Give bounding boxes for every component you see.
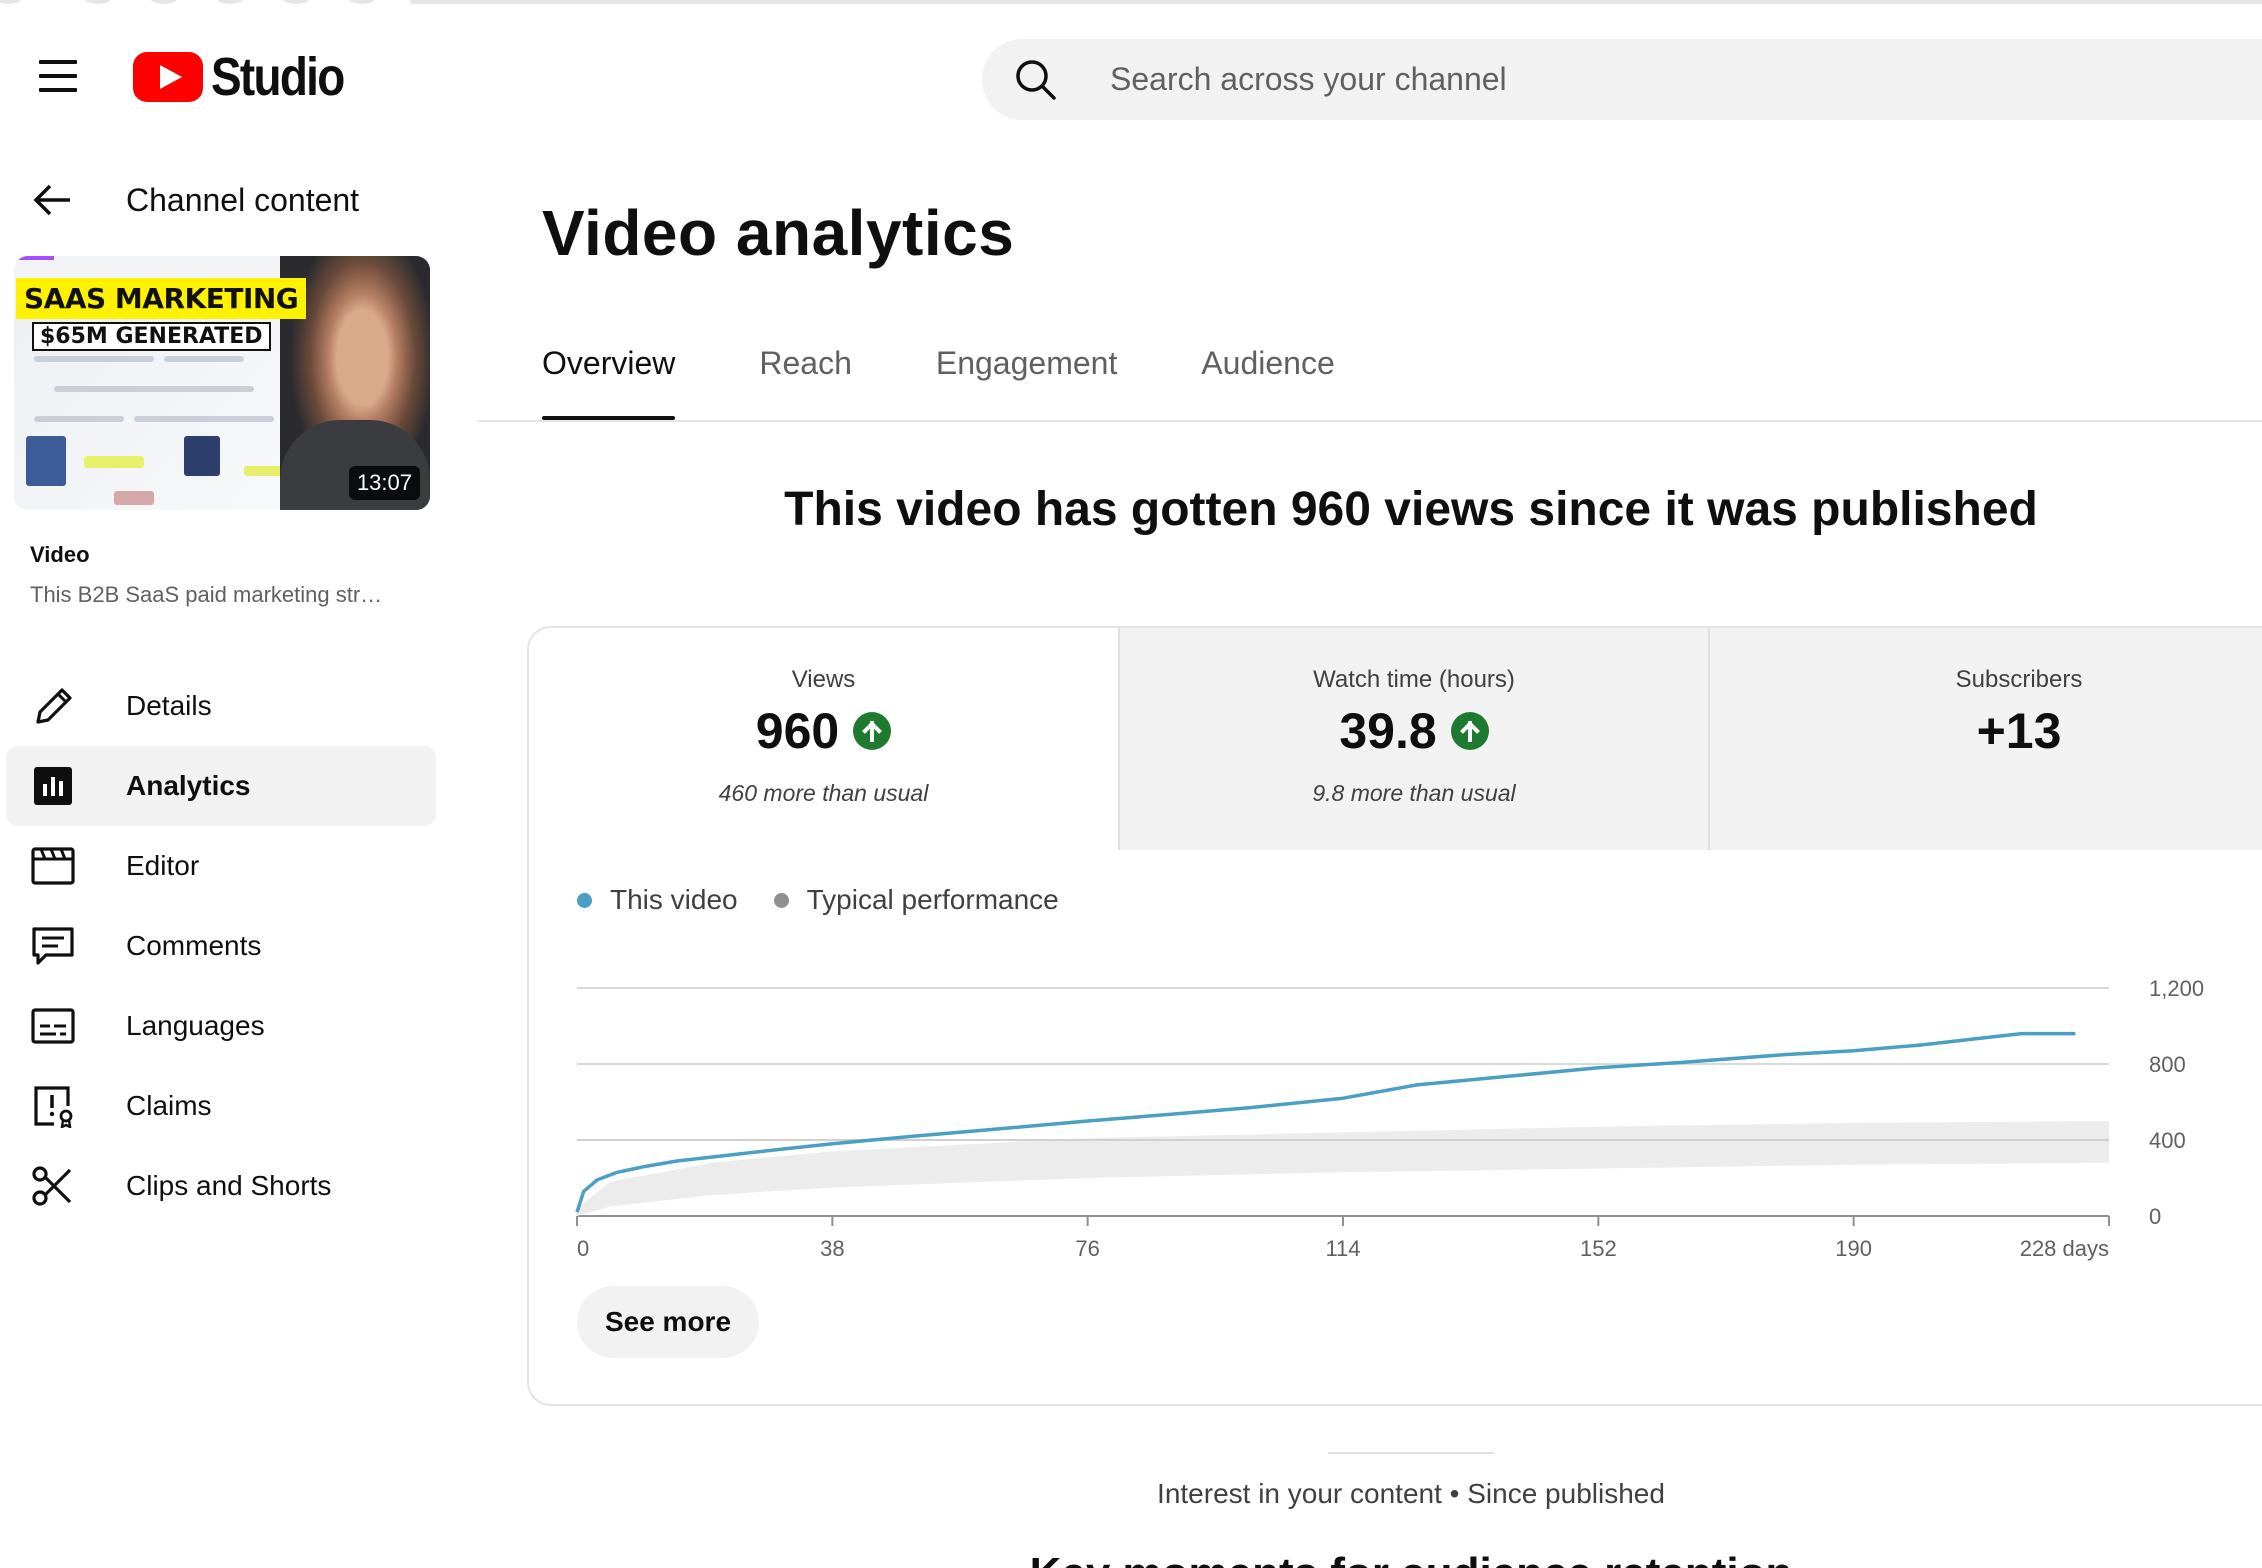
sidebar-item-label: Comments [126,930,262,961]
legend-dot [773,892,789,908]
subtitles-icon [31,1008,75,1044]
sidebar-item-label: Claims [126,1090,212,1121]
clapperboard-icon [31,847,75,885]
y-tick-label: 800 [2149,1052,2186,1077]
page-title: Video analytics [542,197,1015,269]
typical-performance-band [577,1121,2109,1216]
legend-label: This video [610,884,738,915]
strip-dot [84,0,112,4]
legend-dot [577,892,592,908]
metric-label: Subscribers [1955,666,2083,693]
tab-reach[interactable]: Reach [759,345,852,420]
metric-value: +13 [1976,703,2062,759]
sidebar-item-comments[interactable]: Comments [6,906,436,986]
strip-line [410,0,2262,4]
strip-dot [216,0,244,4]
legend-item-this-video[interactable]: This video [577,884,738,916]
sidebar-item-label: Clips and Shorts [126,1170,332,1201]
sidebar-item-label: Languages [126,1010,265,1041]
sidebar-item-details[interactable]: Details [6,666,436,746]
sidebar-item-analytics[interactable]: Analytics [6,746,436,826]
sidebar-item-editor[interactable]: Editor [6,826,436,906]
search-input[interactable] [1110,61,2010,98]
legend-label: Typical performance [806,884,1059,915]
sidebar-item-label: Analytics [126,770,251,801]
metric-label: Watch time (hours) [1313,666,1515,693]
x-tick-label: 114 [1325,1236,1360,1261]
sidebar-item-languages[interactable]: Languages [6,986,436,1066]
metric-comparison: 460 more than usual [718,780,929,806]
x-tick-label: 190 [1835,1236,1872,1261]
metric-value: 960 [755,703,840,759]
logo-text: Studio [211,47,345,107]
search-icon[interactable] [1014,58,1058,102]
tabs-divider [478,420,2262,422]
y-tick-label: 400 [2149,1128,2186,1153]
x-tick-label: 152 [1580,1236,1617,1261]
strip-dot [348,0,376,4]
tab-engagement[interactable]: Engagement [936,345,1117,420]
video-label: Video [30,542,90,567]
x-tick-label: 38 [820,1236,844,1261]
x-tick-label: 228 days [2020,1236,2109,1261]
pencil-icon [36,688,72,724]
scissors-icon [32,1166,72,1206]
metric-value: 39.8 [1339,703,1437,759]
legend-item-typical[interactable]: Typical performance [773,884,1059,916]
interest-section-label: Interest in your content • Since publish… [1157,1478,1665,1509]
channel-content-label: Channel content [126,181,360,218]
sidebar-nav: Details Analytics Editor Comments Langua… [6,666,436,1226]
youtube-play-icon [133,52,203,102]
x-tick-label: 0 [577,1236,589,1261]
video-duration: 13:07 [348,466,420,500]
views-chart[interactable]: 0 400 800 1,200 0 38 76 114 152 190 228 days [529,928,2262,1288]
sidebar-item-clips-and-shorts[interactable]: Clips and Shorts [6,1146,436,1226]
trend-up-icon [853,712,892,750]
tab-overview[interactable]: Overview [542,345,676,420]
metric-subscribers[interactable]: Subscribers +13 [1708,628,2262,850]
back-arrow-icon[interactable] [30,178,74,222]
y-tick-label: 0 [2149,1204,2161,1229]
overview-card: Views 960 460 more than usual Watch time… [527,626,2262,1406]
sidebar-item-label: Details [126,690,212,721]
section-divider [1328,1452,1494,1454]
metric-watch-time[interactable]: Watch time (hours) 39.8 9.8 more than us… [1118,628,1708,850]
video-thumbnail[interactable]: SAAS MARKETING $65M GENERATED 13:07 [14,256,430,510]
metric-comparison: 9.8 more than usual [1312,780,1516,806]
top-progress-strip [0,0,2262,6]
video-title: This B2B SaaS paid marketing str… [30,582,383,607]
analytics-tabs: Overview Reach Engagement Audience [542,345,1419,420]
search-bar[interactable] [982,39,2262,120]
next-section-heading: Key moments for audience retention [540,1548,2262,1568]
strip-dot [0,0,22,4]
x-tick-label: 76 [1075,1236,1099,1261]
trend-up-icon [1450,712,1489,750]
strip-dot [282,0,310,4]
thumbnail-subheadline: $65M GENERATED [32,322,271,351]
hamburger-menu-icon[interactable] [36,60,80,100]
back-to-channel-content[interactable]: Channel content [30,175,359,225]
metric-views[interactable]: Views 960 460 more than usual [529,628,1118,850]
thumbnail-headline: SAAS MARKETING [16,278,307,319]
y-tick-label: 1,200 [2149,976,2204,1001]
strip-dot [150,0,178,4]
thumbnail-accent [14,256,54,260]
sidebar-item-claims[interactable]: Claims [6,1066,436,1146]
claims-icon [34,1086,73,1128]
tab-audience[interactable]: Audience [1201,345,1334,420]
views-headline: This video has gotten 960 views since it… [784,483,2038,536]
metric-label: Views [791,666,856,693]
chart-legend: This video Typical performance [577,884,1095,916]
analytics-icon [34,767,72,805]
sidebar-item-label: Editor [126,850,200,881]
comment-icon [32,927,74,965]
see-more-button[interactable]: See more [577,1286,759,1358]
studio-logo[interactable]: Studio [133,47,367,107]
